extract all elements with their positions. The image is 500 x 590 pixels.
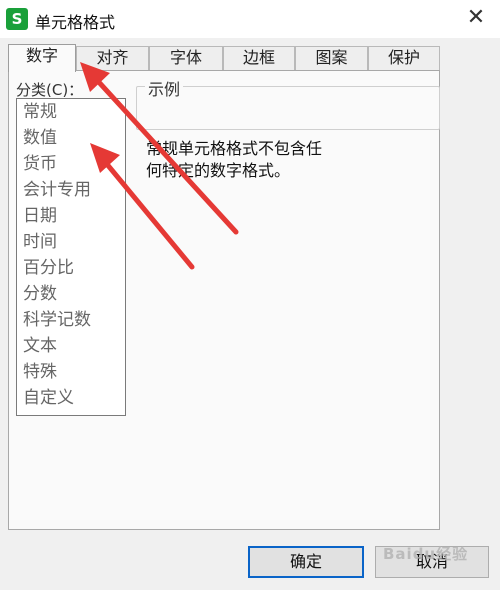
close-icon: ✕ <box>466 5 486 30</box>
category-item-percentage[interactable]: 百分比 <box>17 255 125 281</box>
category-item-currency[interactable]: 货币 <box>17 151 125 177</box>
format-cells-dialog: 数字 对齐 字体 边框 图案 保护 分类(C)： 常规 数值 货币 会计专用 日… <box>0 38 500 590</box>
dialog-title: 单元格格式 <box>35 13 116 32</box>
description-line-1: 常规单元格格式不包含任 <box>146 139 323 158</box>
tab-font[interactable]: 字体 <box>149 46 223 70</box>
category-item-number[interactable]: 数值 <box>17 125 125 151</box>
category-item-time[interactable]: 时间 <box>17 229 125 255</box>
tab-border[interactable]: 边框 <box>223 46 295 70</box>
category-item-scientific[interactable]: 科学记数 <box>17 307 125 333</box>
tab-alignment[interactable]: 对齐 <box>76 46 149 70</box>
tab-bar: 数字 对齐 字体 边框 图案 保护 <box>8 44 440 72</box>
tab-number[interactable]: 数字 <box>8 44 76 72</box>
sample-group: 示例 <box>136 76 440 130</box>
category-label: 分类(C)： <box>16 81 84 99</box>
title-bar: S 单元格格式 ✕ <box>0 0 500 38</box>
sample-legend: 示例 <box>145 76 184 100</box>
category-item-special[interactable]: 特殊 <box>17 359 125 385</box>
format-description: 常规单元格格式不包含任 何特定的数字格式。 <box>146 138 346 182</box>
baidu-watermark: Baidu经验 <box>383 545 469 563</box>
close-button[interactable]: ✕ <box>452 0 500 38</box>
description-line-2: 何特定的数字格式。 <box>146 161 291 180</box>
category-item-fraction[interactable]: 分数 <box>17 281 125 307</box>
wps-spreadsheet-icon: S <box>6 8 28 30</box>
tab-patterns[interactable]: 图案 <box>295 46 368 70</box>
category-list[interactable]: 常规 数值 货币 会计专用 日期 时间 百分比 分数 科学记数 文本 特殊 自定… <box>16 98 126 416</box>
category-item-custom[interactable]: 自定义 <box>17 385 125 411</box>
category-item-text[interactable]: 文本 <box>17 333 125 359</box>
category-item-general[interactable]: 常规 <box>17 99 125 125</box>
ok-button[interactable]: 确定 <box>248 546 364 578</box>
category-item-accounting[interactable]: 会计专用 <box>17 177 125 203</box>
tab-protection[interactable]: 保护 <box>368 46 440 70</box>
category-item-date[interactable]: 日期 <box>17 203 125 229</box>
